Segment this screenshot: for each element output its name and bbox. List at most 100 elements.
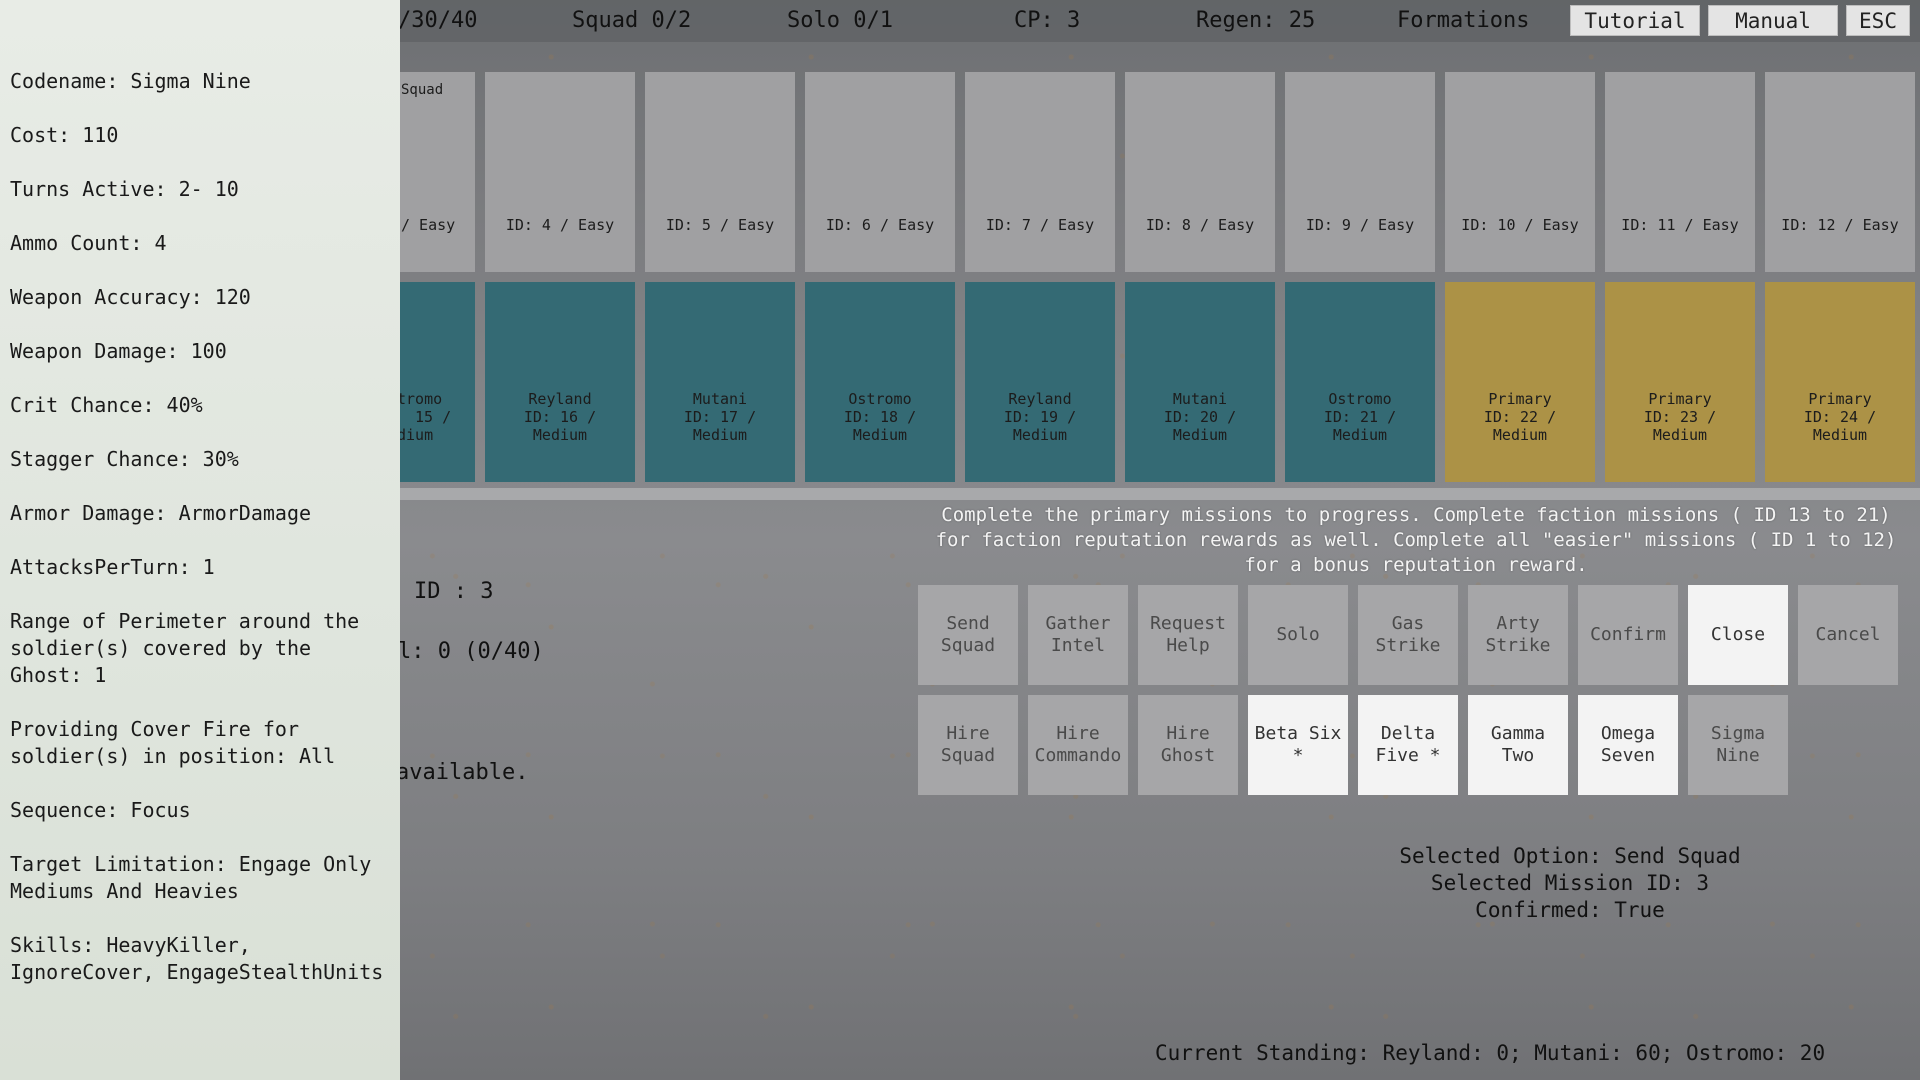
unit-cost: Cost: 110 <box>10 123 119 147</box>
card-faction-label: Ostromo <box>1328 390 1392 408</box>
card-id-label: ID: 19 / <box>1003 408 1077 426</box>
button-label: Help <box>1166 635 1210 656</box>
unit-sigma-nine-button[interactable]: Sigma Nine <box>1688 695 1788 795</box>
card-difficulty-label: Medium <box>852 426 908 444</box>
unit-attacks-per-turn: AttacksPerTurn: 1 <box>10 555 215 579</box>
card-id-label: ID: 7 / Easy <box>985 216 1095 234</box>
card-faction-label: Reyland <box>1008 390 1072 408</box>
button-label: Gather <box>1045 613 1111 634</box>
mission-card-faction[interactable]: Mutani ID: 17 / Medium <box>645 282 795 482</box>
mission-card-easy[interactable]: ID: 5 / Easy <box>645 72 795 272</box>
mission-counter: /30/40 <box>398 8 478 33</box>
gather-intel-button[interactable]: Gather Intel <box>1028 585 1128 685</box>
mission-card-easy[interactable]: ID: 6 / Easy <box>805 72 955 272</box>
button-label: Arty <box>1496 613 1540 634</box>
instructions-line: for faction reputation rewards as well. … <box>935 529 1897 551</box>
mission-card-faction[interactable]: Mutani ID: 20 / Medium <box>1125 282 1275 482</box>
mission-card-easy[interactable]: ID: 9 / Easy <box>1285 72 1435 272</box>
button-label: Intel <box>1050 635 1106 656</box>
button-label: Strike <box>1375 635 1441 656</box>
mission-card-easy[interactable]: ID: 8 / Easy <box>1125 72 1275 272</box>
card-difficulty-label: Medium <box>692 426 748 444</box>
mission-card-easy[interactable]: ID: 11 / Easy <box>1605 72 1755 272</box>
button-label: Solo <box>1276 624 1320 645</box>
button-label: Confirm <box>1590 624 1666 645</box>
squad-count: Squad 0/2 <box>572 8 692 33</box>
unit-omega-seven-button[interactable]: Omega Seven <box>1578 695 1678 795</box>
unit-accuracy: Weapon Accuracy: 120 <box>10 285 251 309</box>
mission-card-primary[interactable]: Primary ID: 22 / Medium <box>1445 282 1595 482</box>
card-id-label: ID: 16 / <box>523 408 597 426</box>
mission-card-primary[interactable]: Primary ID: 24 / Medium <box>1765 282 1915 482</box>
mission-card-faction[interactable]: Ostromo ID: 21 / Medium <box>1285 282 1435 482</box>
card-faction-label: Ostromo <box>848 390 912 408</box>
hire-commando-button[interactable]: Hire Commando <box>1028 695 1128 795</box>
hire-ghost-button[interactable]: Hire Ghost <box>1138 695 1238 795</box>
confirm-button[interactable]: Confirm <box>1578 585 1678 685</box>
card-id-label: ID: 23 / <box>1643 408 1717 426</box>
unit-gamma-two-button[interactable]: Gamma Two <box>1468 695 1568 795</box>
mission-available-text: available. <box>396 760 529 785</box>
card-id-label: ID: 11 / Easy <box>1621 216 1739 234</box>
solo-button[interactable]: Solo <box>1248 585 1348 685</box>
mission-card-faction[interactable]: Reyland ID: 19 / Medium <box>965 282 1115 482</box>
faction-standing: Current Standing: Reyland: 0; Mutani: 60… <box>1155 1041 1826 1065</box>
button-label: Gamma Two <box>1490 723 1546 766</box>
card-difficulty-label: Medium <box>1652 426 1708 444</box>
esc-button[interactable]: ESC <box>1846 5 1910 36</box>
instructions-line: for a bonus reputation reward. <box>1244 554 1588 576</box>
mission-id-text: ID : 3 <box>414 579 494 604</box>
unit-target-limitation: Target Limitation: Engage Only Mediums A… <box>10 852 372 903</box>
gas-strike-button[interactable]: Gas Strike <box>1358 585 1458 685</box>
card-faction-label: Reyland <box>528 390 592 408</box>
mission-card-faction[interactable]: Ostromo ID: 18 / Medium <box>805 282 955 482</box>
button-label: Strike <box>1485 635 1551 656</box>
card-id-label: ID: 20 / <box>1163 408 1237 426</box>
card-type-label: Primary <box>1648 390 1712 408</box>
card-difficulty-label: Medium <box>532 426 588 444</box>
mission-card-easy[interactable]: ID: 7 / Easy <box>965 72 1115 272</box>
tutorial-button[interactable]: Tutorial <box>1570 5 1700 36</box>
button-label: Delta <box>1380 723 1436 744</box>
unit-crit-chance: Crit Chance: 40% <box>10 393 203 417</box>
selected-option: Selected Option: Send Squad <box>1399 844 1741 868</box>
arty-strike-button[interactable]: Arty Strike <box>1468 585 1568 685</box>
card-id-label: ID: 24 / <box>1803 408 1877 426</box>
unit-details-panel: Codename: Sigma Nine Cost: 110 Turns Act… <box>0 0 400 1080</box>
card-id-label: ID: 18 / <box>843 408 917 426</box>
mission-card-primary[interactable]: Primary ID: 23 / Medium <box>1605 282 1755 482</box>
selection-status: Selected Option: Send Squad Selected Mis… <box>1300 843 1840 924</box>
card-faction-label: Mutani <box>692 390 748 408</box>
hire-squad-button[interactable]: Hire Squad <box>918 695 1018 795</box>
unit-armor-damage: Armor Damage: ArmorDamage <box>10 501 312 525</box>
mission-slots-text: l: 0 (0/40) <box>398 639 544 664</box>
mission-card-easy[interactable]: ID: 10 / Easy <box>1445 72 1595 272</box>
button-label: Gas <box>1391 613 1425 634</box>
mission-card-faction[interactable]: Reyland ID: 16 / Medium <box>485 282 635 482</box>
card-type-label: Primary <box>1488 390 1552 408</box>
cancel-button[interactable]: Cancel <box>1798 585 1898 685</box>
button-label: Close <box>1710 624 1766 645</box>
button-label: Hire <box>1056 723 1100 744</box>
manual-button[interactable]: Manual <box>1708 5 1838 36</box>
card-difficulty-label: Medium <box>1332 426 1388 444</box>
button-label: Send <box>946 613 990 634</box>
button-label: Five * <box>1375 745 1441 766</box>
mission-card-easy[interactable]: ID: 4 / Easy <box>485 72 635 272</box>
unit-stagger-chance: Stagger Chance: 30% <box>10 447 239 471</box>
unit-beta-six-button[interactable]: Beta Six * <box>1248 695 1348 795</box>
card-id-label: ID: 8 / Easy <box>1145 216 1255 234</box>
unit-delta-five-button[interactable]: Delta Five * <box>1358 695 1458 795</box>
button-label: Squad <box>940 745 996 766</box>
card-id-label: ID: 12 / Easy <box>1781 216 1899 234</box>
request-help-button[interactable]: Request Help <box>1138 585 1238 685</box>
formations-button[interactable]: Formations <box>1397 8 1529 33</box>
unit-codename: Codename: Sigma Nine <box>10 69 251 93</box>
solo-count: Solo 0/1 <box>787 8 893 33</box>
button-label: Request <box>1150 613 1226 634</box>
close-button[interactable]: Close <box>1688 585 1788 685</box>
card-id-label: ID: 9 / Easy <box>1305 216 1415 234</box>
confirmed-status: Confirmed: True <box>1475 898 1665 922</box>
mission-card-easy[interactable]: ID: 12 / Easy <box>1765 72 1915 272</box>
send-squad-button[interactable]: Send Squad <box>918 585 1018 685</box>
